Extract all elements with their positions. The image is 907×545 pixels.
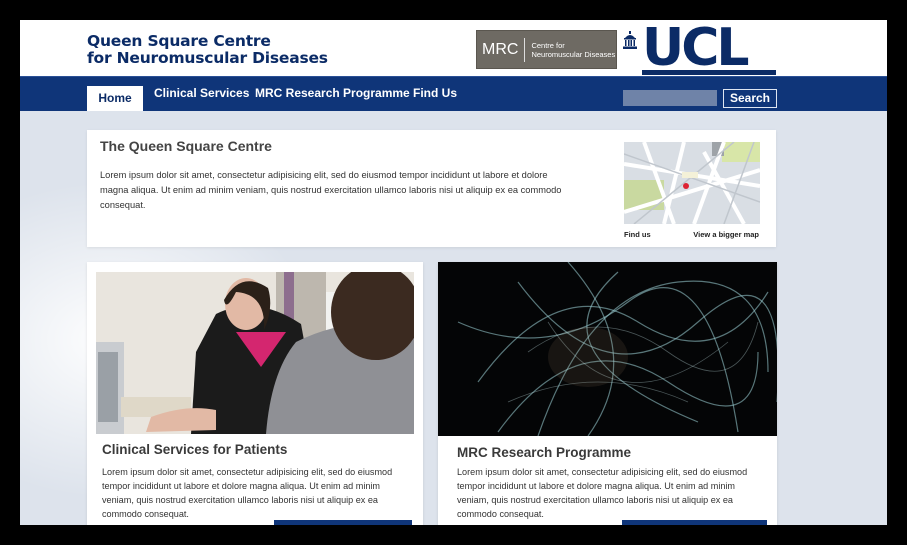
mrc-logo-abbr: MRC (477, 37, 526, 62)
nav-tab-clinical-services[interactable]: Clinical Services (154, 86, 249, 100)
mrc-research-card: MRC Research Programme Lorem ipsum dolor… (438, 262, 777, 525)
clinical-card-title[interactable]: Clinical Services for Patients (102, 442, 287, 457)
site-title-line2: for Neuromuscular Diseases (87, 49, 328, 67)
site-header: Queen Square Centre for Neuromuscular Di… (20, 20, 887, 76)
ucl-logo[interactable]: UCL (642, 22, 750, 74)
intro-panel: The Queen Square Centre Lorem ipsum dolo… (87, 130, 776, 247)
abstract-graphic (438, 262, 777, 436)
page: Queen Square Centre for Neuromuscular Di… (20, 20, 887, 525)
clinical-card-button[interactable] (274, 520, 412, 525)
location-map[interactable] (624, 142, 760, 224)
ucl-building-icon (623, 31, 637, 49)
intro-text: Lorem ipsum dolor sit amet, consectetur … (100, 170, 562, 210)
bigger-map-link[interactable]: View a bigger map (693, 230, 759, 239)
mrc-logo-line1: Centre for (531, 40, 565, 50)
nav-tab-mrc-research[interactable]: MRC Research Programme (255, 86, 410, 100)
photo-graphic (96, 272, 414, 434)
mrc-logo[interactable]: MRC Centre for Neuromuscular Diseases (476, 30, 617, 69)
research-card-text: Lorem ipsum dolor sit amet, consectetur … (457, 467, 748, 519)
clinical-card-text: Lorem ipsum dolor sit amet, consectetur … (102, 467, 393, 519)
research-abstract-image[interactable] (438, 262, 777, 436)
site-title-line1: Queen Square Centre (87, 32, 271, 50)
main-nav: Home Clinical Services MRC Research Prog… (20, 76, 887, 111)
research-card-title[interactable]: MRC Research Programme (457, 445, 631, 460)
find-us-link[interactable]: Find us (624, 230, 651, 239)
research-card-button[interactable] (622, 520, 767, 525)
clinical-consultation-photo[interactable] (96, 272, 414, 434)
site-title[interactable]: Queen Square Centre for Neuromuscular Di… (87, 33, 328, 67)
map-links: Find us View a bigger map (624, 230, 759, 239)
mrc-logo-text: Centre for Neuromuscular Diseases (525, 41, 615, 59)
ucl-logo-bar (642, 70, 776, 75)
map-graphic (624, 142, 760, 224)
search-button[interactable]: Search (723, 89, 777, 108)
clinical-services-card: Clinical Services for Patients Lorem ips… (87, 262, 423, 525)
mrc-logo-line2: Neuromuscular Diseases (531, 49, 616, 59)
nav-tab-find-us[interactable]: Find Us (413, 86, 457, 100)
search-input[interactable] (623, 90, 717, 106)
nav-tab-home[interactable]: Home (87, 86, 143, 111)
intro-title: The Queen Square Centre (100, 138, 272, 154)
